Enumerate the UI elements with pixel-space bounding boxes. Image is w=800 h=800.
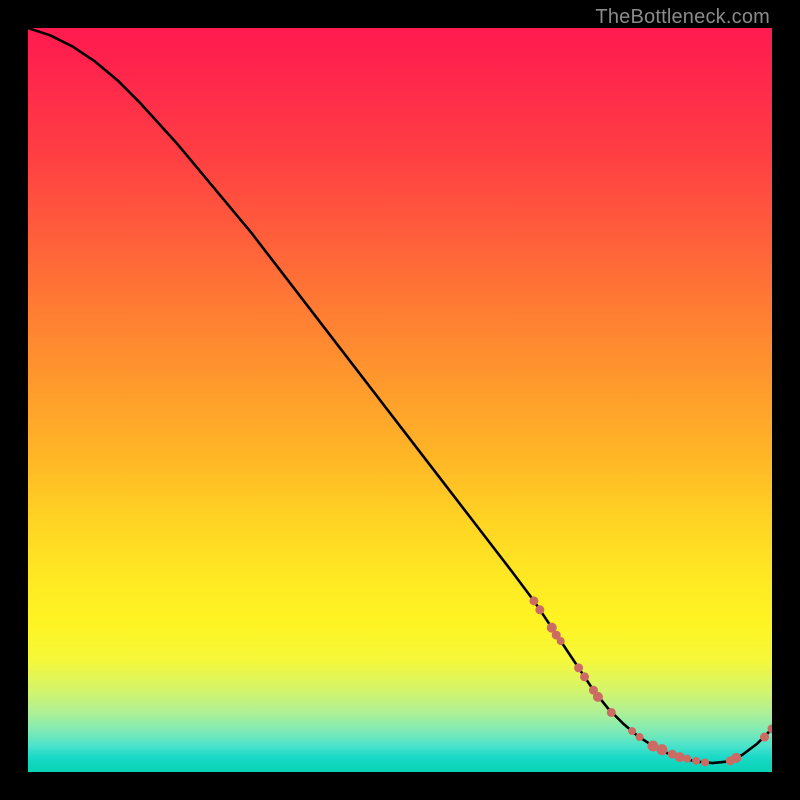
scatter-point bbox=[701, 758, 709, 766]
scatter-point bbox=[628, 727, 636, 735]
scatter-point bbox=[731, 753, 741, 763]
scatter-point bbox=[760, 733, 769, 742]
scatter-point bbox=[636, 733, 644, 741]
scatter-group bbox=[529, 596, 772, 766]
plot-area bbox=[28, 28, 772, 772]
chart-frame: TheBottleneck.com bbox=[0, 0, 800, 800]
scatter-point bbox=[580, 672, 589, 681]
scatter-point bbox=[683, 755, 691, 763]
scatter-point bbox=[574, 663, 583, 672]
watermark-text: TheBottleneck.com bbox=[595, 6, 770, 29]
curve-line bbox=[28, 28, 772, 763]
scatter-point bbox=[607, 708, 616, 717]
scatter-point bbox=[656, 744, 667, 755]
scatter-point bbox=[535, 605, 544, 614]
scatter-point bbox=[692, 757, 700, 765]
chart-svg bbox=[28, 28, 772, 772]
scatter-point bbox=[529, 596, 538, 605]
scatter-point bbox=[557, 637, 565, 645]
scatter-point bbox=[593, 692, 603, 702]
scatter-point bbox=[675, 752, 685, 762]
